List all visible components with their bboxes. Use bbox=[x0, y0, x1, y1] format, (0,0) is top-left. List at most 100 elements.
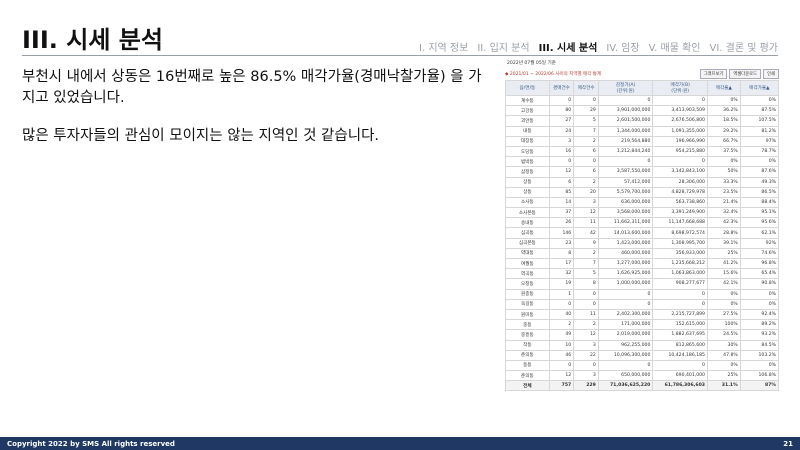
value-cell: 103.2% bbox=[739, 349, 780, 361]
table-row: 소사동 14 3 636,000,000 563,738,860 21.4% 88.4% bbox=[505, 196, 780, 209]
table-row: 대장동 3 2 219,564,880 196,966,990 66.7% 97% bbox=[505, 135, 780, 147]
value-cell: 7 bbox=[573, 257, 599, 270]
value-cell: 171,000,000 bbox=[597, 319, 654, 331]
value-cell: 19 bbox=[548, 278, 575, 290]
table-row: 삼정동 12 6 3,587,550,000 3,142,843,100 50% 87.6% bbox=[505, 166, 780, 178]
value-cell: 3 bbox=[573, 339, 599, 351]
value-cell: 6 bbox=[548, 176, 575, 188]
body-text: 부천시 내에서 상동은 16번째로 높은 86.5% 매각가율(경매낙찰가율) … bbox=[22, 67, 492, 164]
value-cell: 12 bbox=[573, 207, 599, 219]
print-button[interactable]: 인쇄 bbox=[763, 69, 779, 79]
value-cell: 49 bbox=[548, 329, 575, 341]
value-cell: 0 bbox=[548, 94, 575, 107]
value-cell: 1,212,844,240 bbox=[597, 145, 654, 158]
title-divider bbox=[22, 55, 778, 56]
table-row: 전체 757 229 71,036,625,220 61,786,306,603 31.1… bbox=[505, 380, 780, 392]
value-cell: 81.2% bbox=[739, 125, 780, 137]
value-cell: 10,424,186,185 bbox=[652, 349, 708, 361]
value-cell: 11,147,668,688 bbox=[652, 217, 708, 229]
nav-item[interactable]: II. 입지 분석 bbox=[477, 39, 529, 54]
value-cell: 87.6% bbox=[739, 166, 780, 178]
value-cell: 954,215,880 bbox=[652, 145, 708, 158]
value-cell: 0% bbox=[739, 94, 780, 107]
value-cell: 36.2% bbox=[706, 105, 741, 117]
nav-item[interactable]: I. 지역 정보 bbox=[419, 39, 468, 54]
value-cell: 0 bbox=[597, 359, 654, 372]
value-cell: 5,579,700,000 bbox=[597, 186, 654, 198]
value-cell: 2,676,506,800 bbox=[652, 115, 708, 127]
value-cell: 1,000,000,000 bbox=[597, 278, 654, 290]
value-cell: 1,882,637,695 bbox=[652, 329, 708, 341]
value-cell: 1,308,995,700 bbox=[652, 237, 708, 249]
district-cell: 소사본동 bbox=[505, 207, 550, 219]
value-cell: 88.4% bbox=[739, 196, 780, 209]
value-cell: 229 bbox=[573, 380, 599, 392]
column-header[interactable]: 매각율▲ bbox=[706, 80, 741, 96]
value-cell: 106.8% bbox=[739, 370, 780, 382]
value-cell: 89.2% bbox=[739, 319, 780, 331]
value-cell: 0 bbox=[573, 94, 599, 107]
value-cell: 23 bbox=[548, 237, 575, 249]
column-header[interactable]: 매각가율▲ bbox=[739, 80, 780, 96]
district-cell: 심곡동 bbox=[505, 227, 550, 239]
excel-download-button[interactable]: 엑셀다운로드 bbox=[729, 69, 762, 79]
value-cell: 62.1% bbox=[739, 227, 780, 239]
value-cell: 11 bbox=[573, 217, 599, 229]
graph-view-button[interactable]: 그래프보기 bbox=[699, 69, 728, 79]
value-cell: 90.8% bbox=[739, 278, 780, 290]
value-cell: 0 bbox=[573, 298, 599, 310]
value-cell: 812,865,600 bbox=[652, 339, 708, 351]
district-cell: 동동 bbox=[505, 359, 550, 372]
district-cell: 상동 bbox=[505, 186, 550, 198]
value-cell: 85 bbox=[548, 186, 575, 198]
nav-item[interactable]: VI. 결론 및 평가 bbox=[709, 39, 778, 54]
table-row: 원미동 40 11 2,402,300,000 2,215,727,899 27.5% 92… bbox=[505, 308, 780, 321]
value-cell: 3,142,843,100 bbox=[652, 166, 708, 178]
value-cell: 49.3% bbox=[739, 176, 780, 188]
value-cell: 908,277,677 bbox=[652, 278, 708, 290]
value-cell: 0% bbox=[739, 359, 780, 372]
district-cell: 상동 bbox=[505, 176, 550, 188]
table-row: 상동 6 2 57,412,000 28,306,000 33.3% 49.3% bbox=[505, 176, 780, 188]
district-cell: 도당동 bbox=[505, 145, 550, 158]
value-cell: 15.6% bbox=[706, 268, 741, 280]
period-label: ◆ 2021/01 ~ 2022/06 사이의 지역별 매각 통계 bbox=[505, 72, 602, 77]
value-cell: 0 bbox=[548, 359, 575, 372]
value-cell: 95.6% bbox=[739, 217, 780, 229]
district-cell: 계수동 bbox=[505, 94, 550, 107]
value-cell: 650,000,000 bbox=[597, 370, 654, 382]
value-cell: 5 bbox=[573, 115, 599, 127]
value-cell: 0% bbox=[739, 288, 780, 300]
screenshot-caption: 2022년 07월 05일 기준 bbox=[507, 61, 556, 66]
value-cell: 3,587,550,000 bbox=[597, 166, 654, 178]
page-number: 21 bbox=[783, 439, 793, 448]
value-cell: 27.5% bbox=[706, 308, 741, 321]
value-cell: 219,564,880 bbox=[597, 135, 654, 147]
value-cell: 0 bbox=[597, 156, 654, 168]
table-body: 계수동 0 0 0 0 0% 0% 고강동 80 29 3,901,000,000 3,413,903… bbox=[505, 94, 780, 392]
value-cell: 42.1% bbox=[706, 278, 741, 290]
value-cell: 2,019,000,000 bbox=[597, 329, 654, 341]
value-cell: 32.4% bbox=[706, 207, 741, 219]
value-cell: 0 bbox=[652, 298, 708, 310]
value-cell: 3,901,000,000 bbox=[597, 105, 654, 117]
value-cell: 0% bbox=[706, 94, 741, 107]
value-cell: 41.2% bbox=[706, 257, 741, 270]
nav-item[interactable]: V. 매물 확인 bbox=[649, 39, 701, 54]
value-cell: 0% bbox=[739, 298, 780, 310]
value-cell: 3,391,249,900 bbox=[652, 207, 708, 219]
value-cell: 0 bbox=[597, 298, 654, 310]
table-row: 계수동 0 0 0 0 0% 0% bbox=[505, 94, 780, 107]
value-cell: 25% bbox=[706, 370, 741, 382]
nav-item[interactable]: IV. 임장 bbox=[606, 39, 639, 54]
nav-item[interactable]: III. 시세 분석 bbox=[539, 39, 598, 54]
value-cell: 1,626,925,000 bbox=[597, 268, 654, 280]
value-cell: 2,402,300,000 bbox=[597, 308, 654, 321]
column-header: 매각가(B) (단위:원) bbox=[652, 80, 708, 96]
table-row: 송내동 26 11 11,662,311,000 11,147,668,688 42.3%… bbox=[505, 217, 780, 229]
value-cell: 46 bbox=[548, 349, 575, 361]
value-cell: 636,000,000 bbox=[597, 196, 654, 209]
value-cell: 93.2% bbox=[739, 329, 780, 341]
value-cell: 37.5% bbox=[706, 145, 741, 158]
table-row: 심곡본동 23 9 1,423,000,000 1,308,995,700 39.1% 92… bbox=[505, 237, 780, 249]
